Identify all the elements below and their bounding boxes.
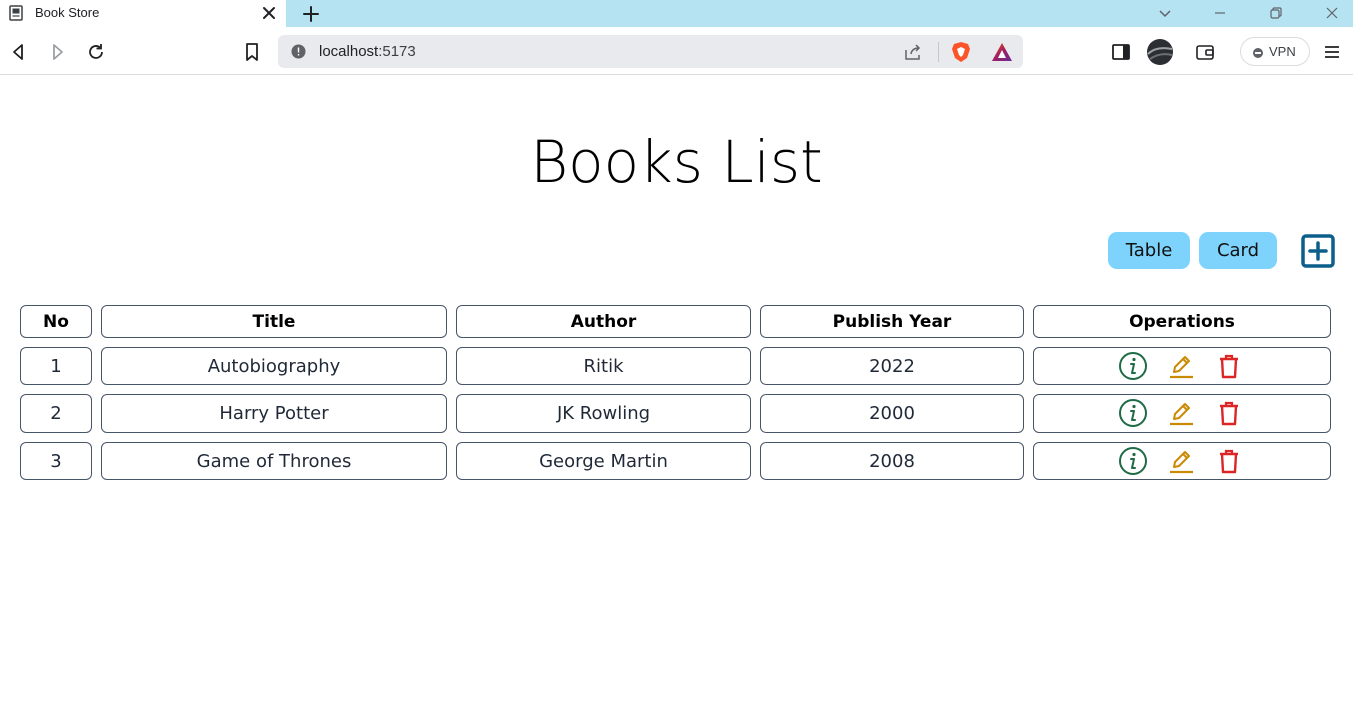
cell-no: 1: [20, 347, 92, 385]
cell-author: Ritik: [456, 347, 751, 385]
vpn-label: VPN: [1269, 44, 1296, 59]
share-icon[interactable]: [903, 43, 923, 61]
menu-icon[interactable]: [1322, 42, 1342, 62]
reload-icon[interactable]: [86, 42, 106, 62]
header-title: Title: [101, 305, 447, 338]
card-view-button[interactable]: Card: [1199, 232, 1277, 269]
tab-strip: Book Store: [0, 0, 1353, 27]
edit-icon[interactable]: [1166, 446, 1196, 476]
back-icon[interactable]: [9, 42, 29, 62]
bookmark-icon[interactable]: [242, 42, 262, 62]
info-icon[interactable]: [1118, 398, 1148, 428]
url-host: localhost: [319, 43, 379, 60]
profile-avatar-icon[interactable]: [1146, 38, 1174, 66]
sidebar-toggle-icon[interactable]: [1111, 42, 1131, 62]
new-tab-icon[interactable]: [302, 5, 320, 23]
edit-icon[interactable]: [1166, 351, 1196, 381]
brave-shields-icon[interactable]: [950, 41, 972, 63]
tab-title: Book Store: [35, 5, 100, 20]
delete-icon[interactable]: [1214, 446, 1244, 476]
cell-title: Game of Thrones: [101, 442, 447, 480]
browser-toolbar: localhost:5173 VPN: [0, 27, 1353, 75]
delete-icon[interactable]: [1214, 351, 1244, 381]
forward-icon[interactable]: [47, 42, 67, 62]
url-text: localhost:5173: [319, 43, 416, 60]
cell-no: 3: [20, 442, 92, 480]
site-info-icon[interactable]: [291, 44, 306, 59]
header-no: No: [20, 305, 92, 338]
book-favicon-icon: [9, 5, 23, 21]
vpn-button[interactable]: VPN: [1240, 37, 1310, 66]
edit-icon[interactable]: [1166, 398, 1196, 428]
header-author: Author: [456, 305, 751, 338]
cell-title: Harry Potter: [101, 394, 447, 433]
tab-search-chevron-icon[interactable]: [1158, 6, 1172, 20]
info-icon[interactable]: [1118, 351, 1148, 381]
cell-title: Autobiography: [101, 347, 447, 385]
cell-year: 2000: [760, 394, 1024, 433]
close-window-icon[interactable]: [1325, 6, 1339, 20]
page-title: Books List: [530, 128, 823, 196]
tab-book-store[interactable]: Book Store: [0, 0, 286, 27]
header-operations: Operations: [1033, 305, 1331, 338]
brave-rewards-icon[interactable]: [990, 41, 1014, 63]
header-publish-year: Publish Year: [760, 305, 1024, 338]
add-book-icon[interactable]: [1301, 234, 1335, 268]
minimize-icon[interactable]: [1213, 6, 1227, 20]
address-bar[interactable]: localhost:5173: [278, 35, 1023, 68]
cell-author: JK Rowling: [456, 394, 751, 433]
delete-icon[interactable]: [1214, 398, 1244, 428]
cell-year: 2008: [760, 442, 1024, 480]
wallet-icon[interactable]: [1195, 42, 1215, 62]
cell-author: George Martin: [456, 442, 751, 480]
table-view-button[interactable]: Table: [1108, 232, 1190, 269]
restore-icon[interactable]: [1269, 6, 1283, 20]
url-port: :5173: [378, 43, 416, 60]
close-tab-icon[interactable]: [262, 6, 276, 20]
omnibox-divider: [938, 42, 939, 62]
vpn-status-icon: [1253, 48, 1263, 58]
info-icon[interactable]: [1118, 446, 1148, 476]
cell-no: 2: [20, 394, 92, 433]
cell-year: 2022: [760, 347, 1024, 385]
